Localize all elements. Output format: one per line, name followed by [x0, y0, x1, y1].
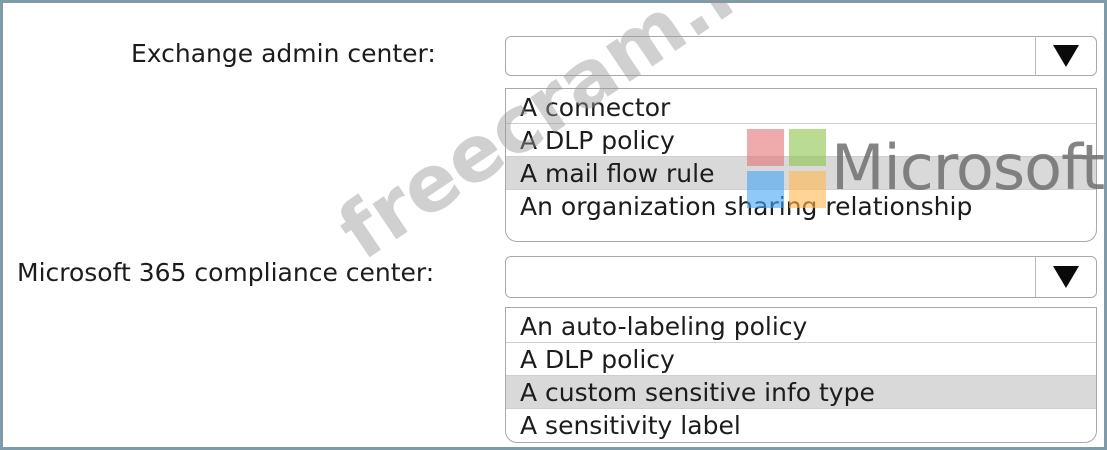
- exchange-option-connector[interactable]: A connector: [506, 91, 1096, 124]
- compliance-option-custom-sit[interactable]: A custom sensitive info type: [506, 376, 1096, 409]
- triangle-down-icon: [1053, 45, 1079, 67]
- triangle-down-icon: [1053, 266, 1079, 288]
- exchange-admin-center-options: A connector A DLP policy A mail flow rul…: [505, 88, 1097, 242]
- exchange-dropdown-button[interactable]: [1035, 37, 1096, 75]
- compliance-option-sensitivity-label[interactable]: A sensitivity label: [506, 409, 1096, 442]
- compliance-option-auto-labeling[interactable]: An auto-labeling policy: [506, 310, 1096, 343]
- m365-compliance-center-label: Microsoft 365 compliance center:: [17, 258, 435, 287]
- exchange-admin-center-dropdown[interactable]: [505, 36, 1097, 76]
- answer-area: Exchange admin center: A connector A DLP…: [0, 0, 1107, 450]
- exchange-option-org-sharing[interactable]: An organization sharing relationship: [506, 190, 1096, 223]
- exchange-option-dlp-policy[interactable]: A DLP policy: [506, 124, 1096, 157]
- m365-compliance-center-dropdown[interactable]: [505, 256, 1097, 298]
- exchange-option-mail-flow-rule[interactable]: A mail flow rule: [506, 157, 1096, 190]
- exchange-admin-center-label: Exchange admin center:: [131, 39, 436, 68]
- compliance-option-dlp-policy[interactable]: A DLP policy: [506, 343, 1096, 376]
- compliance-dropdown-button[interactable]: [1035, 257, 1096, 297]
- m365-compliance-center-options: An auto-labeling policy A DLP policy A c…: [505, 307, 1097, 443]
